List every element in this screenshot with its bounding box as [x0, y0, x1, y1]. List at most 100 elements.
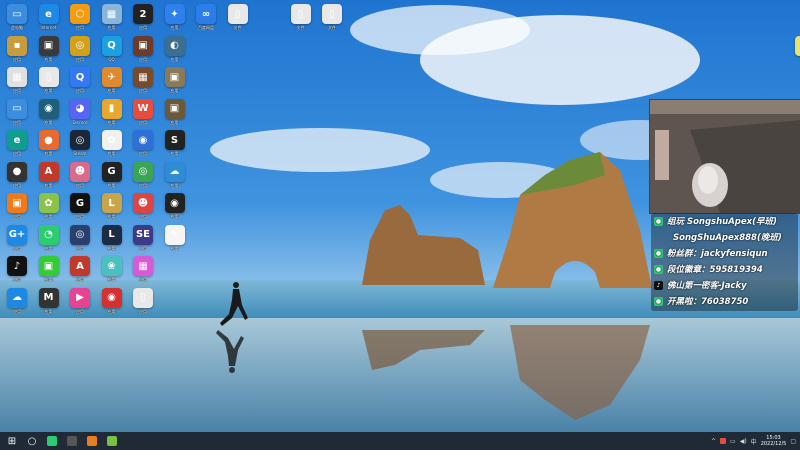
desktop-icon-label: 应用 — [139, 245, 147, 251]
desktop-icon-app-c0r4[interactable]: 2 应用 — [128, 4, 158, 30]
this-pc-icon: ▭ — [7, 4, 27, 24]
desktop-icon-tiktok[interactable]: ♪ 应用 — [2, 256, 32, 282]
desktop-icon-app-r4c5[interactable]: S 应用 — [160, 130, 190, 156]
taskbar-wechat-task[interactable] — [44, 434, 60, 448]
desktop-icon-label: 应用 — [170, 151, 179, 156]
network-icon[interactable]: ▭ — [730, 438, 736, 445]
desktop-icon-app-c0r5[interactable]: ✦ 应用 — [160, 4, 190, 30]
desktop-icon-app-r7c4[interactable]: SE 应用 — [128, 224, 158, 251]
desktop-icon-app-r2c1[interactable]: ▯ 应用 — [34, 67, 64, 93]
desktop-icon-edge[interactable]: e 应用 — [2, 130, 32, 156]
desktop-icon-app-r9c2[interactable]: ▶ 应用 — [65, 287, 95, 314]
desktop-icon-wps[interactable]: W 应用 — [128, 98, 158, 125]
desktop-icon-app-c0r2[interactable]: ⬡ 应用 — [65, 4, 95, 30]
app-r9c4-icon: ▯ — [133, 287, 153, 308]
desktop-icon-label: 文件 — [790, 57, 800, 62]
desktop-icon-app-r6c1[interactable]: ✿ 应用 — [34, 193, 64, 219]
overlay-line: SongShuApex888(晚班) — [651, 229, 798, 245]
desktop-icon-app-r7c5[interactable]: ↖ 应用 — [160, 224, 190, 251]
desktop-icon-app-r2c5[interactable]: ▣ 应用 — [160, 67, 190, 93]
desktop-icon-app-r6c0[interactable]: ▣ 应用 — [2, 193, 32, 219]
app-r8c1-icon: ▣ — [38, 256, 59, 276]
desktop-icon-app-r9c0[interactable]: ☁ 应用 — [2, 287, 32, 314]
desktop-icon-app-r6c5[interactable]: ◉ 应用 — [160, 193, 190, 219]
desktop-icon-label: 应用 — [170, 214, 179, 219]
desktop-icon-apex2[interactable]: A 应用 — [65, 256, 95, 282]
desktop-icon-discord[interactable]: ◕ Discord — [65, 98, 95, 125]
desktop-icon-app-r7c2[interactable]: ◎ 应用 — [65, 224, 95, 251]
taskbar-app-task-2[interactable] — [64, 434, 80, 448]
volume-icon[interactable]: ◀) — [740, 438, 747, 445]
desktop-icon-app-r9c1[interactable]: M 应用 — [34, 287, 64, 314]
app-r2c2-icon: Q — [70, 67, 90, 87]
desktop-icon-app-r7c0[interactable]: G+ 应用 — [2, 224, 32, 251]
desktop-icon-label: 应用 — [170, 88, 179, 93]
desktop-icon-app-r6c4[interactable]: ☻ 应用 — [128, 193, 158, 219]
desktop-icon-app-r1c4[interactable]: ▣ 应用 — [128, 35, 158, 62]
desktop-icon-apex[interactable]: A 应用 — [34, 161, 64, 188]
app-c0r5-icon: ✦ — [164, 4, 185, 24]
desktop-icon-app-r9c4[interactable]: ▯ 应用 — [128, 287, 158, 314]
chevron-up-icon[interactable]: ^ — [711, 438, 716, 445]
desktop-icon-app-r8c1[interactable]: ▣ 应用 — [34, 256, 64, 282]
desktop-icon-ie[interactable]: e Internet — [34, 4, 64, 30]
desktop-icon-app-r2c0[interactable]: ▦ 应用 — [2, 67, 32, 93]
desktop-icon-label: 应用 — [76, 214, 84, 219]
desktop-icon-app-r3c3[interactable]: ▮ 应用 — [97, 98, 127, 125]
search-button[interactable]: ○ — [24, 434, 40, 448]
desktop-icon-app-r2c2[interactable]: Q 应用 — [65, 67, 95, 93]
notification-icon[interactable]: ▢ — [790, 438, 796, 445]
desktop-icon-csgo[interactable]: ✈ 应用 — [97, 67, 127, 93]
desktop-icon-label: 应用 — [13, 245, 21, 251]
netease-icon: ◉ — [101, 287, 122, 308]
desktop-icon-app-r5c5[interactable]: ☁ 应用 — [160, 161, 190, 188]
desktop-icon-app-r6c2[interactable]: G 应用 — [65, 193, 95, 219]
app-r5c5-icon: ☁ — [164, 161, 185, 182]
desktop-icon-app-r4c3[interactable]: ✿ 应用 — [97, 130, 127, 156]
desktop-icon-wechat[interactable]: ◔ 应用 — [34, 224, 64, 251]
desktop-icon-label: 应用 — [170, 56, 179, 62]
desktop-icon-file2[interactable]: ▯ 文件 — [286, 4, 316, 30]
desktop-icon-app-r1c1[interactable]: ▣ 应用 — [34, 35, 64, 62]
desktop-icon-app-r5c0[interactable]: ● 应用 — [2, 161, 32, 188]
desktop-icon-app-r8c3[interactable]: ❀ 应用 — [97, 256, 127, 282]
overlay-line: ● 开黑啦：76038750 — [651, 293, 798, 309]
ie-icon: e — [38, 4, 59, 24]
desktop-icon-baidu[interactable]: ∞ 百度网盘 — [191, 4, 221, 30]
desktop-icon-app-r2c4[interactable]: ▦ 应用 — [128, 67, 158, 93]
taskbar-app-task-3[interactable] — [84, 434, 100, 448]
desktop-icon-app-r3c5[interactable]: ▣ 应用 — [160, 98, 190, 125]
desktop-icon-app-r4c4[interactable]: ◉ 应用 — [128, 130, 158, 156]
desktop-icon-file3[interactable]: ▯ 文件 — [317, 4, 347, 30]
desktop-icon-app-r8c4[interactable]: ▦ 应用 — [128, 256, 158, 282]
desktop-icon-file-right[interactable]: ▯文件 — [790, 35, 800, 62]
desktop-icon-app-r3c1[interactable]: ◉ 应用 — [34, 98, 64, 125]
desktop-icon-app-r5c2[interactable]: ☻ 应用 — [65, 161, 95, 188]
app-tray-icon[interactable] — [720, 438, 727, 444]
desktop-icon-app-r5c4[interactable]: ◎ 应用 — [128, 161, 158, 188]
app-r6c5-icon: ◉ — [164, 193, 185, 213]
desktop-icon-app-r1c5[interactable]: ◐ 应用 — [160, 35, 190, 62]
desktop-icon-app-r5c3[interactable]: G 应用 — [97, 161, 127, 188]
wechat-icon: ● — [654, 248, 663, 258]
desktop-icon-this-pc[interactable]: ▭ 此电脑 — [2, 4, 32, 30]
desktop-icon-file1[interactable]: ▯ 文件 — [223, 4, 253, 30]
desktop-icon-steam[interactable]: ◎ Steam — [65, 130, 95, 156]
desktop-icon-app-r4c1[interactable]: ● 应用 — [34, 130, 64, 156]
taskbar-app-task-4[interactable] — [104, 434, 120, 448]
desktop-icon-app-c0r3[interactable]: ▦ 应用 — [97, 4, 127, 30]
desktop-icon-app-r3c0[interactable]: ▭ 应用 — [2, 98, 32, 125]
desktop-icon-app-r1c0[interactable]: ▪ 应用 — [2, 35, 32, 62]
app-c0r4-icon: 2 — [133, 4, 153, 24]
app-c0r2-icon: ⬡ — [70, 4, 90, 24]
desktop-icon-app-r1c2[interactable]: ◎ 应用 — [65, 35, 95, 62]
desktop-icon-netease[interactable]: ◉ 应用 — [97, 287, 127, 314]
start-button[interactable]: ⊞ — [4, 434, 20, 448]
desktop-icon-app-r7c3[interactable]: L 应用 — [97, 224, 127, 251]
clock[interactable]: 15:03 2022/12/5 — [761, 435, 787, 447]
input-method-icon[interactable]: 中 — [751, 437, 757, 446]
desktop-icon-label: 应用 — [139, 277, 147, 282]
desktop-icon-lol[interactable]: L 应用 — [97, 193, 127, 219]
desktop-icon-qq[interactable]: Q QQ — [97, 35, 127, 62]
clock-date: 2022/12/5 — [760, 441, 787, 447]
